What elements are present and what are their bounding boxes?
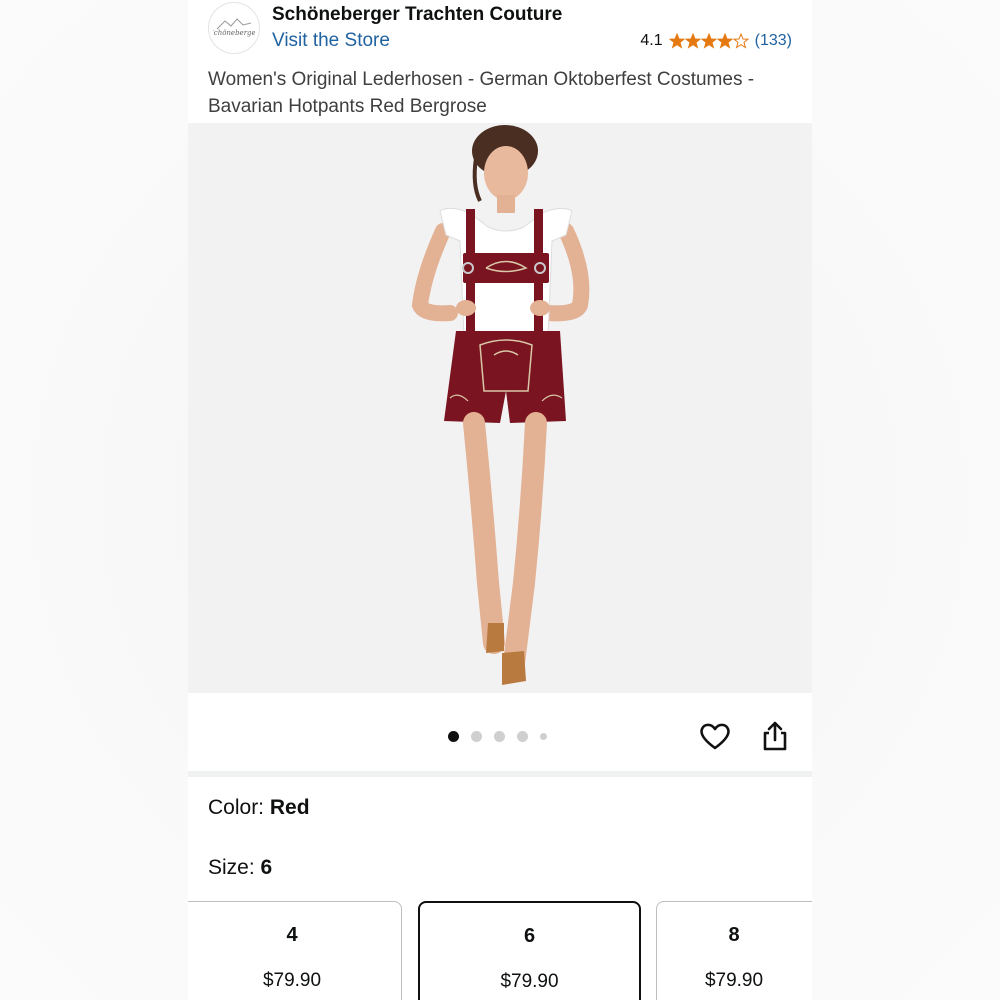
rating-count[interactable]: (133) [755, 32, 792, 50]
color-value: Red [269, 796, 310, 819]
size-option-8[interactable]: 8 $79.90 [656, 901, 812, 1000]
rating[interactable]: 4.1 (133) [640, 32, 792, 50]
size-option-4[interactable]: 4 $79.90 [188, 901, 402, 1000]
brand-logo[interactable]: Schöneberger [208, 2, 260, 54]
star-full-icon [684, 33, 701, 49]
brand-header: Schöneberger Schöneberger Trachten Coutu… [188, 0, 812, 64]
size-option-size: 4 [286, 924, 298, 946]
star-full-icon [700, 33, 717, 49]
carousel-controls [188, 693, 812, 771]
carousel-dot[interactable] [448, 731, 459, 742]
star-rating-icon [668, 33, 749, 49]
heart-icon [700, 723, 730, 750]
star-partial-icon [732, 33, 749, 49]
carousel-dot[interactable] [517, 731, 528, 742]
star-full-icon [716, 33, 733, 49]
color-label: Color: [208, 796, 265, 819]
carousel-dot[interactable] [471, 731, 482, 742]
section-divider [188, 771, 812, 777]
carousel-dots[interactable] [448, 731, 547, 742]
size-option-price: $79.90 [704, 970, 764, 991]
product-image[interactable] [188, 123, 812, 693]
size-option-6[interactable]: 6 $79.90 [418, 901, 641, 1000]
product-page: Schöneberger Schöneberger Trachten Coutu… [188, 0, 812, 1000]
carousel-dot[interactable] [494, 731, 505, 742]
product-photo-illustration [411, 125, 590, 685]
brand-name[interactable]: Schöneberger Trachten Couture [272, 4, 562, 26]
star-full-icon [668, 33, 685, 49]
brand-logo-icon: Schöneberger [213, 18, 255, 37]
size-option-price: $79.90 [500, 971, 559, 992]
color-selection: Color: Red [208, 796, 310, 820]
share-icon [763, 721, 787, 751]
size-value: 6 [260, 856, 273, 879]
share-button[interactable] [758, 719, 792, 753]
size-option-size: 6 [523, 925, 536, 947]
product-title: Women's Original Lederhosen - German Okt… [208, 69, 755, 117]
size-option-price: $79.90 [262, 970, 322, 991]
rating-value: 4.1 [640, 32, 663, 49]
size-selection: Size: 6 [208, 856, 272, 880]
size-option-size: 8 [728, 924, 740, 946]
size-label: Size: [208, 856, 255, 879]
carousel-dot[interactable] [540, 733, 547, 740]
visit-store-link[interactable]: Visit the Store [272, 30, 390, 52]
wishlist-button[interactable] [698, 719, 732, 753]
svg-text:Schöneberger: Schöneberger [213, 29, 255, 37]
